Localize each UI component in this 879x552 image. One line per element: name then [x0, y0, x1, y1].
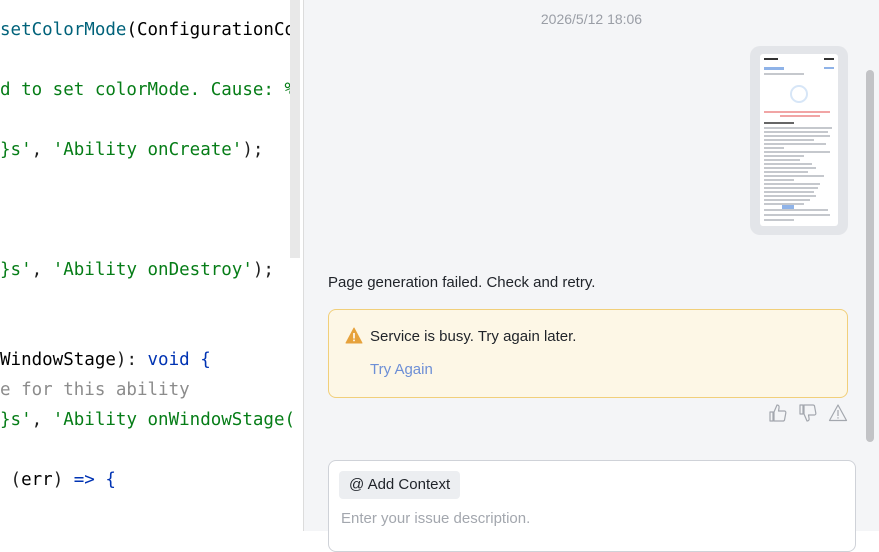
- code-token: e for this ability: [0, 380, 190, 400]
- screenshot-thumbnail[interactable]: [750, 46, 848, 235]
- code-token: =>: [73, 470, 95, 490]
- code-token: 'Ability onWindowStage(: [52, 410, 296, 430]
- code-token: (ConfigurationCo: [126, 20, 296, 40]
- code-line: d to set colorMode. Cause: %: [0, 79, 295, 101]
- editor-scrollbar[interactable]: [290, 0, 300, 258]
- code-token: err: [21, 470, 53, 490]
- code-line: }s', 'Ability onWindowStage(: [0, 409, 295, 431]
- issue-description-input[interactable]: [339, 505, 843, 531]
- code-token: WindowStage: [0, 350, 116, 370]
- code-line: setColorMode(ConfigurationCo: [0, 19, 295, 41]
- issue-input-area: @ Add Context: [328, 460, 856, 552]
- code-token: );: [242, 140, 264, 160]
- thumbs-down-icon[interactable]: [798, 403, 818, 423]
- code-token: ,: [31, 260, 53, 280]
- warning-banner: Service is busy. Try again later. Try Ag…: [328, 309, 848, 398]
- code-token: d to set colorMode. Cause: %: [0, 80, 296, 100]
- code-token: {: [94, 470, 116, 490]
- code-token: );: [252, 260, 274, 280]
- thumbs-up-icon[interactable]: [768, 403, 788, 423]
- code-token: }s': [0, 410, 32, 430]
- code-token: ,: [31, 410, 53, 430]
- code-line: }s', 'Ability onDestroy');: [0, 259, 274, 281]
- code-token: 'Ability onDestroy': [52, 260, 253, 280]
- warning-text: Service is busy. Try again later.: [370, 328, 577, 345]
- report-issue-icon[interactable]: [828, 403, 848, 423]
- screenshot-preview-image: [760, 54, 838, 226]
- code-token: ): [52, 470, 74, 490]
- code-token: 'Ability onCreate': [52, 140, 243, 160]
- code-token: ,: [31, 140, 53, 160]
- code-line: }s', 'Ability onCreate');: [0, 139, 263, 161]
- code-token: void: [147, 350, 190, 370]
- message-timestamp: 2026/5/12 18:06: [540, 11, 643, 27]
- try-again-link[interactable]: Try Again: [370, 361, 433, 378]
- code-token: (: [0, 470, 22, 490]
- code-token: setColorMode: [0, 20, 127, 40]
- code-editor[interactable]: setColorMode(ConfigurationCo d to set co…: [0, 0, 303, 531]
- code-line: WindowStage): void {: [0, 349, 211, 371]
- code-token: }s': [0, 260, 32, 280]
- failure-message: Page generation failed. Check and retry.: [328, 274, 596, 291]
- code-line: (err) => {: [0, 469, 116, 491]
- code-token: }s': [0, 140, 32, 160]
- mic-icon: [790, 85, 808, 103]
- add-context-button[interactable]: @ Add Context: [339, 471, 461, 499]
- code-token: {: [189, 350, 211, 370]
- assistant-panel: 2026/5/12 18:06 Page generation failed. …: [304, 0, 879, 552]
- warning-icon: [345, 327, 363, 344]
- code-line: e for this ability: [0, 379, 190, 401]
- panel-scrollbar[interactable]: [866, 70, 874, 442]
- code-token: ):: [115, 350, 148, 370]
